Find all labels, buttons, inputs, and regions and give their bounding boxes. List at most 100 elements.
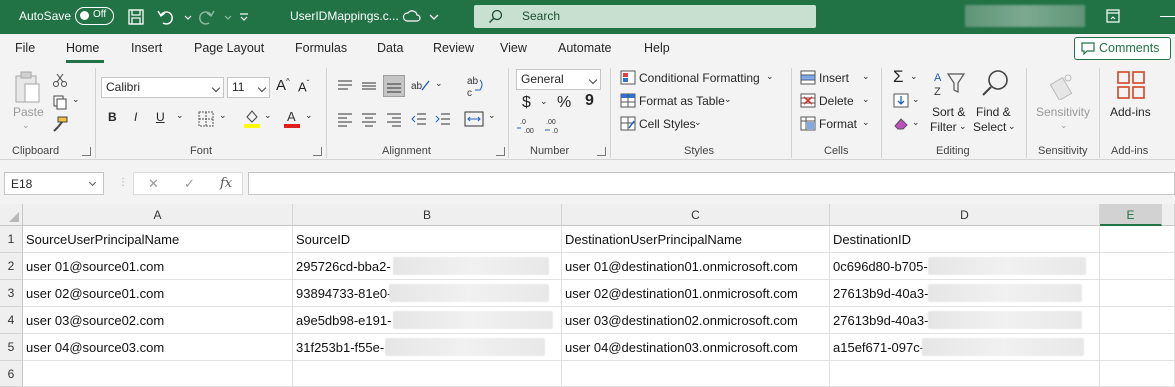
cell[interactable] [1100, 307, 1175, 334]
align-middle-icon[interactable] [360, 78, 378, 94]
tab-view[interactable]: View [500, 41, 527, 55]
font-color-dropdown-icon[interactable]: ⌄ [305, 110, 313, 121]
align-center-icon[interactable] [360, 111, 378, 127]
cell[interactable]: 27613b9d-40a3- [830, 280, 1100, 307]
cell[interactable] [1100, 334, 1175, 361]
row-header[interactable]: 6 [0, 361, 23, 387]
autosum-icon[interactable]: Σ [893, 67, 904, 87]
cut-icon[interactable] [52, 72, 68, 88]
file-dropdown-icon[interactable] [424, 7, 439, 27]
insert-function-icon[interactable]: fx [220, 176, 232, 191]
cell-styles-dropdown-icon[interactable]: ⌄ [694, 117, 702, 128]
cell[interactable]: 31f253b1-f55e- [293, 334, 562, 361]
format-table-dropdown-icon[interactable]: ⌄ [724, 94, 732, 105]
paste-label[interactable]: Paste [13, 105, 44, 119]
find-select-dropdown-icon[interactable]: ⌄ [1008, 121, 1016, 132]
align-right-icon[interactable] [385, 111, 403, 127]
minimize-icon[interactable] [1160, 16, 1175, 17]
tab-data[interactable]: Data [377, 41, 403, 55]
borders-dropdown-icon[interactable]: ⌄ [219, 110, 227, 121]
row-header[interactable]: 4 [0, 307, 23, 334]
decrease-font-icon[interactable]: Aˇ [298, 79, 309, 94]
cell[interactable] [830, 361, 1100, 387]
autosave-toggle[interactable]: Off [75, 7, 114, 25]
fill-icon[interactable] [893, 93, 909, 108]
number-format-select[interactable]: General [516, 69, 601, 90]
account-name-redacted[interactable] [965, 5, 1085, 27]
cell[interactable]: DestinationID [830, 226, 1100, 253]
tab-help[interactable]: Help [644, 41, 670, 55]
column-header-f[interactable] [1162, 204, 1175, 226]
cell[interactable] [1100, 361, 1175, 387]
tab-insert[interactable]: Insert [131, 41, 162, 55]
format-as-table-icon[interactable] [620, 93, 636, 108]
cell[interactable]: user 01@destination01.onmicrosoft.com [562, 253, 830, 280]
merge-center-icon[interactable] [464, 110, 484, 128]
cell[interactable]: user 03@source02.com [23, 307, 293, 334]
cell[interactable]: user 04@source03.com [23, 334, 293, 361]
fill-color-icon[interactable] [243, 108, 261, 128]
fill-color-dropdown-icon[interactable]: ⌄ [264, 110, 272, 121]
format-painter-icon[interactable] [52, 116, 68, 132]
percent-icon[interactable]: % [557, 94, 571, 112]
cell[interactable]: SourceUserPrincipalName [23, 226, 293, 253]
row-header[interactable]: 1 [0, 226, 23, 253]
cell[interactable]: 0c696d80-b705- [830, 253, 1100, 280]
select-all-button[interactable] [0, 204, 23, 226]
row-header[interactable]: 3 [0, 280, 23, 307]
find-select-label-2[interactable]: Select [973, 120, 1006, 134]
cell[interactable] [562, 361, 830, 387]
delete-cells-icon[interactable] [800, 93, 816, 108]
borders-icon[interactable] [198, 111, 214, 127]
copy-icon[interactable] [52, 94, 68, 110]
name-box[interactable]: E18 [4, 172, 104, 195]
save-icon[interactable] [126, 7, 146, 27]
decrease-decimal-icon[interactable]: .00.0 [542, 116, 564, 136]
tab-file[interactable]: File [15, 41, 35, 55]
file-name[interactable]: UserIDMappings.c... [290, 9, 399, 23]
sort-filter-label-2[interactable]: Filter [930, 120, 957, 134]
customize-toolbar-icon[interactable] [234, 7, 248, 27]
find-select-label-1[interactable]: Find & [976, 105, 1011, 119]
insert-cells-button[interactable]: Insert [819, 71, 849, 85]
underline-dropdown-icon[interactable]: ⌄ [176, 110, 184, 121]
align-left-icon[interactable] [336, 111, 354, 127]
tab-formulas[interactable]: Formulas [295, 41, 347, 55]
delete-dropdown-icon[interactable]: ⌄ [862, 94, 870, 105]
merge-dropdown-icon[interactable]: ⌄ [488, 110, 496, 121]
copy-dropdown-icon[interactable]: ⌄ [72, 94, 80, 105]
sort-filter-dropdown-icon[interactable]: ⌄ [959, 121, 967, 132]
cell[interactable]: user 03@destination02.onmicrosoft.com [562, 307, 830, 334]
font-family-select[interactable]: Calibri [101, 77, 224, 98]
cell[interactable]: user 02@source01.com [23, 280, 293, 307]
currency-dropdown-icon[interactable]: ⌄ [540, 96, 548, 107]
comments-button[interactable]: Comments [1074, 37, 1171, 60]
tab-automate[interactable]: Automate [558, 41, 612, 55]
find-select-icon[interactable] [980, 68, 1010, 98]
increase-indent-icon[interactable] [434, 111, 452, 127]
search-box[interactable]: Search [474, 5, 816, 28]
cell[interactable] [1100, 226, 1175, 253]
format-cells-button[interactable]: Format [819, 117, 857, 131]
row-header[interactable]: 2 [0, 253, 23, 280]
column-header-b[interactable]: B [293, 204, 562, 226]
save-status-icon[interactable] [402, 7, 422, 27]
conditional-formatting-icon[interactable] [620, 70, 636, 85]
conditional-formatting-button[interactable]: Conditional Formatting [639, 71, 760, 85]
italic-button[interactable]: I [134, 110, 137, 124]
cell[interactable]: user 04@destination03.onmicrosoft.com [562, 334, 830, 361]
tab-review[interactable]: Review [433, 41, 474, 55]
delete-cells-button[interactable]: Delete [819, 94, 854, 108]
tab-home[interactable]: Home [66, 41, 99, 55]
cell[interactable] [1100, 253, 1175, 280]
increase-decimal-icon[interactable]: .0.00 [516, 116, 538, 136]
paste-icon[interactable] [14, 70, 42, 104]
orientation-dropdown-icon[interactable]: ⌄ [435, 78, 443, 89]
cell[interactable] [23, 361, 293, 387]
add-ins-button[interactable]: Add-ins [1110, 105, 1151, 119]
cell[interactable] [1100, 280, 1175, 307]
orientation-icon[interactable]: ab [410, 76, 432, 94]
underline-button[interactable]: U [156, 110, 165, 124]
tab-page-layout[interactable]: Page Layout [194, 41, 264, 55]
cell-styles-icon[interactable] [620, 116, 636, 131]
